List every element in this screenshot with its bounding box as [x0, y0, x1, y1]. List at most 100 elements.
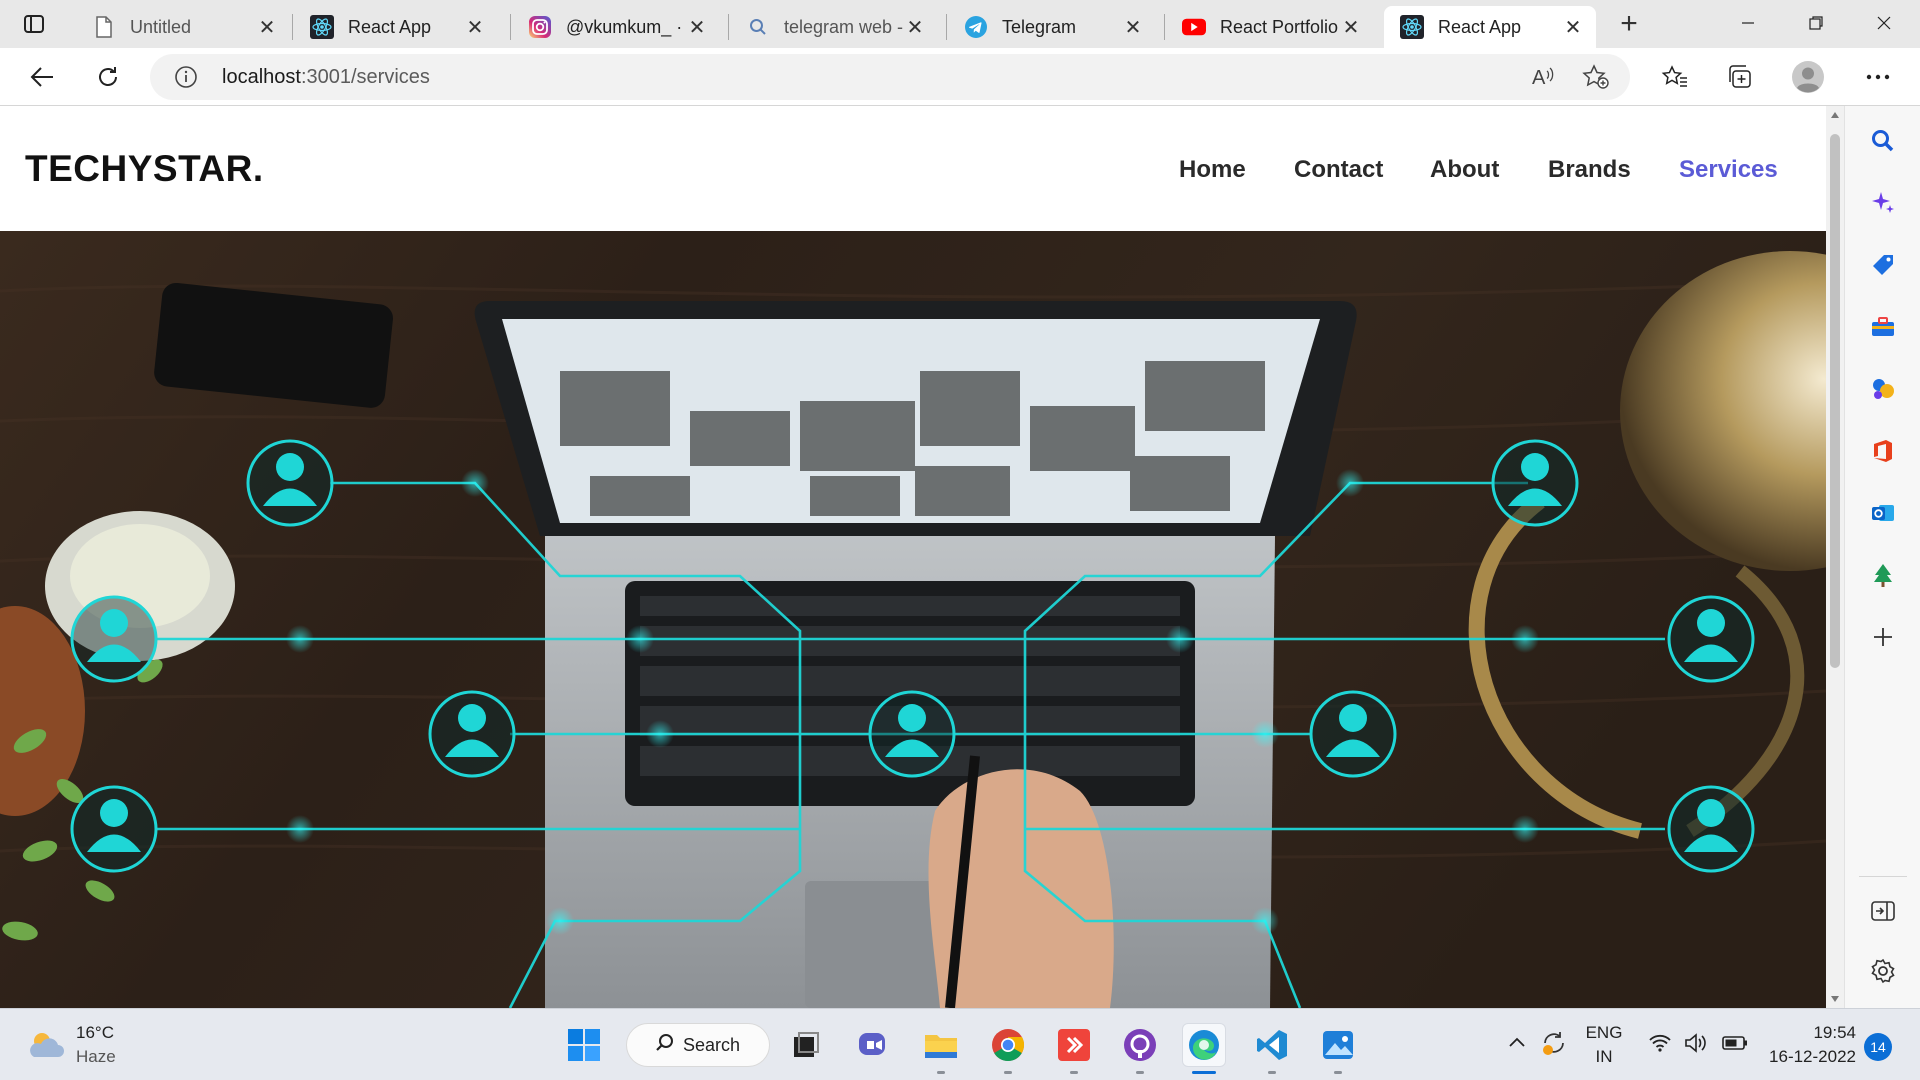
new-tab-button[interactable]: +: [1612, 7, 1646, 40]
address-bar[interactable]: localhost:3001/services A: [150, 54, 1630, 100]
youtube-icon: [1182, 15, 1206, 39]
page-scrollbar[interactable]: [1826, 106, 1844, 1008]
clock-date[interactable]: 16-12-2022: [1756, 1047, 1856, 1067]
network-user-node: [1667, 785, 1755, 873]
nav-brands[interactable]: Brands: [1548, 156, 1631, 184]
add-sidebar-app-icon[interactable]: [1868, 622, 1898, 652]
profile-avatar[interactable]: [1788, 58, 1828, 96]
restore-icon[interactable]: [1786, 8, 1846, 38]
search-icon: [746, 15, 770, 39]
vscode-icon[interactable]: [1250, 1023, 1294, 1067]
tab-separator: [728, 14, 729, 40]
task-view-icon[interactable]: [784, 1023, 828, 1067]
edge-browser-icon[interactable]: [1182, 1023, 1226, 1067]
wifi-icon[interactable]: [1648, 1033, 1672, 1058]
page-viewport: TECHYSTAR. Home Contact About Brands Ser…: [0, 106, 1826, 1008]
site-info-icon[interactable]: [174, 65, 198, 89]
tab-react-app[interactable]: React App ✕: [294, 6, 498, 48]
close-window-icon[interactable]: [1854, 8, 1914, 38]
teams-chat-icon[interactable]: [852, 1023, 896, 1067]
sidebar-divider: [1859, 876, 1907, 877]
office-icon[interactable]: [1868, 436, 1898, 466]
tab-untitled[interactable]: Untitled ✕: [76, 6, 290, 48]
site-logo[interactable]: TECHYSTAR.: [25, 148, 264, 190]
nav-home[interactable]: Home: [1179, 156, 1246, 184]
running-indicator: [1136, 1071, 1144, 1074]
tab-telegram-web-search[interactable]: telegram web - ✕: [730, 6, 938, 48]
scroll-down-icon[interactable]: [1831, 996, 1839, 1002]
running-indicator: [1070, 1071, 1078, 1074]
weather-haze-icon[interactable]: [26, 1027, 66, 1068]
input-language-top[interactable]: ENG: [1584, 1023, 1624, 1043]
back-arrow-icon[interactable]: [22, 58, 62, 96]
tab-react-portfolio[interactable]: React Portfolio ✕: [1166, 6, 1374, 48]
file-explorer-icon[interactable]: [919, 1023, 963, 1067]
edge-sidebar: [1844, 106, 1920, 1008]
close-tab-icon[interactable]: ✕: [1122, 16, 1144, 39]
tools-briefcase-icon[interactable]: [1868, 312, 1898, 342]
network-user-node: [1309, 690, 1397, 778]
settings-more-icon[interactable]: [1858, 58, 1898, 96]
outlook-icon[interactable]: [1868, 498, 1898, 528]
close-tab-icon[interactable]: ✕: [904, 16, 926, 39]
network-user-node: [70, 595, 158, 683]
close-tab-icon[interactable]: ✕: [686, 16, 708, 39]
show-hidden-icons-chevron-icon[interactable]: [1508, 1035, 1526, 1053]
notification-badge[interactable]: 14: [1864, 1033, 1892, 1061]
add-favorite-icon[interactable]: [1582, 64, 1610, 95]
photos-icon[interactable]: [1316, 1023, 1360, 1067]
drop-tree-icon[interactable]: [1868, 560, 1898, 590]
clock-time[interactable]: 19:54: [1766, 1023, 1856, 1043]
weather-temperature[interactable]: 16°C: [76, 1023, 114, 1043]
url-text: localhost:3001/services: [222, 66, 430, 89]
close-tab-icon[interactable]: ✕: [1562, 16, 1584, 39]
read-aloud-icon[interactable]: A: [1530, 64, 1556, 95]
tab-telegram[interactable]: Telegram ✕: [948, 6, 1156, 48]
scroll-up-icon[interactable]: [1831, 112, 1839, 118]
chrome-icon[interactable]: [986, 1023, 1030, 1067]
input-language-bottom[interactable]: IN: [1584, 1047, 1624, 1067]
games-icon[interactable]: [1868, 374, 1898, 404]
github-desktop-icon[interactable]: [1118, 1023, 1162, 1067]
close-tab-icon[interactable]: ✕: [256, 16, 278, 39]
svg-text:A: A: [1532, 67, 1546, 89]
nav-services[interactable]: Services: [1679, 156, 1778, 184]
tab-actions-menu-icon[interactable]: [16, 9, 52, 39]
tab-separator: [946, 14, 947, 40]
battery-icon[interactable]: [1722, 1035, 1748, 1056]
nav-about[interactable]: About: [1430, 156, 1499, 184]
weather-description[interactable]: Haze: [76, 1047, 116, 1067]
telegram-icon: [964, 15, 988, 39]
copilot-sparkle-icon[interactable]: [1868, 188, 1898, 218]
nav-contact[interactable]: Contact: [1294, 156, 1383, 184]
close-tab-icon[interactable]: ✕: [1340, 16, 1362, 39]
shopping-tag-icon[interactable]: [1868, 250, 1898, 280]
tab-instagram[interactable]: @vkumkum_ · ✕: [512, 6, 720, 48]
taskbar-search[interactable]: Search: [626, 1023, 770, 1067]
volume-icon[interactable]: [1684, 1033, 1710, 1058]
scrollbar-thumb[interactable]: [1830, 134, 1840, 668]
tab-separator: [1164, 14, 1165, 40]
close-tab-icon[interactable]: ✕: [464, 16, 486, 39]
tab-react-app-active[interactable]: React App ✕: [1384, 6, 1596, 48]
network-user-node: [868, 690, 956, 778]
tab-separator: [510, 14, 511, 40]
tab-separator: [292, 14, 293, 40]
windows-start-icon[interactable]: [562, 1023, 606, 1067]
tab-title: React App: [348, 16, 432, 37]
running-indicator: [1334, 1071, 1342, 1074]
sidebar-settings-gear-icon[interactable]: [1868, 956, 1898, 986]
minimize-icon[interactable]: [1718, 8, 1778, 38]
hide-sidebar-icon[interactable]: [1868, 896, 1898, 926]
tab-strip: Untitled ✕ React App ✕ @vkumkum_ · ✕ tel…: [0, 0, 1920, 48]
collections-icon[interactable]: [1720, 58, 1760, 96]
taskbar-search-label: Search: [683, 1034, 741, 1055]
search-icon[interactable]: [1868, 126, 1898, 156]
anydesk-icon[interactable]: [1052, 1023, 1096, 1067]
refresh-icon[interactable]: [88, 58, 128, 96]
favorites-icon[interactable]: [1655, 58, 1695, 96]
search-icon: [655, 1033, 675, 1058]
browser-toolbar: localhost:3001/services A: [0, 48, 1920, 106]
tab-title: telegram web -: [784, 16, 904, 37]
sync-icon[interactable]: [1540, 1029, 1568, 1062]
